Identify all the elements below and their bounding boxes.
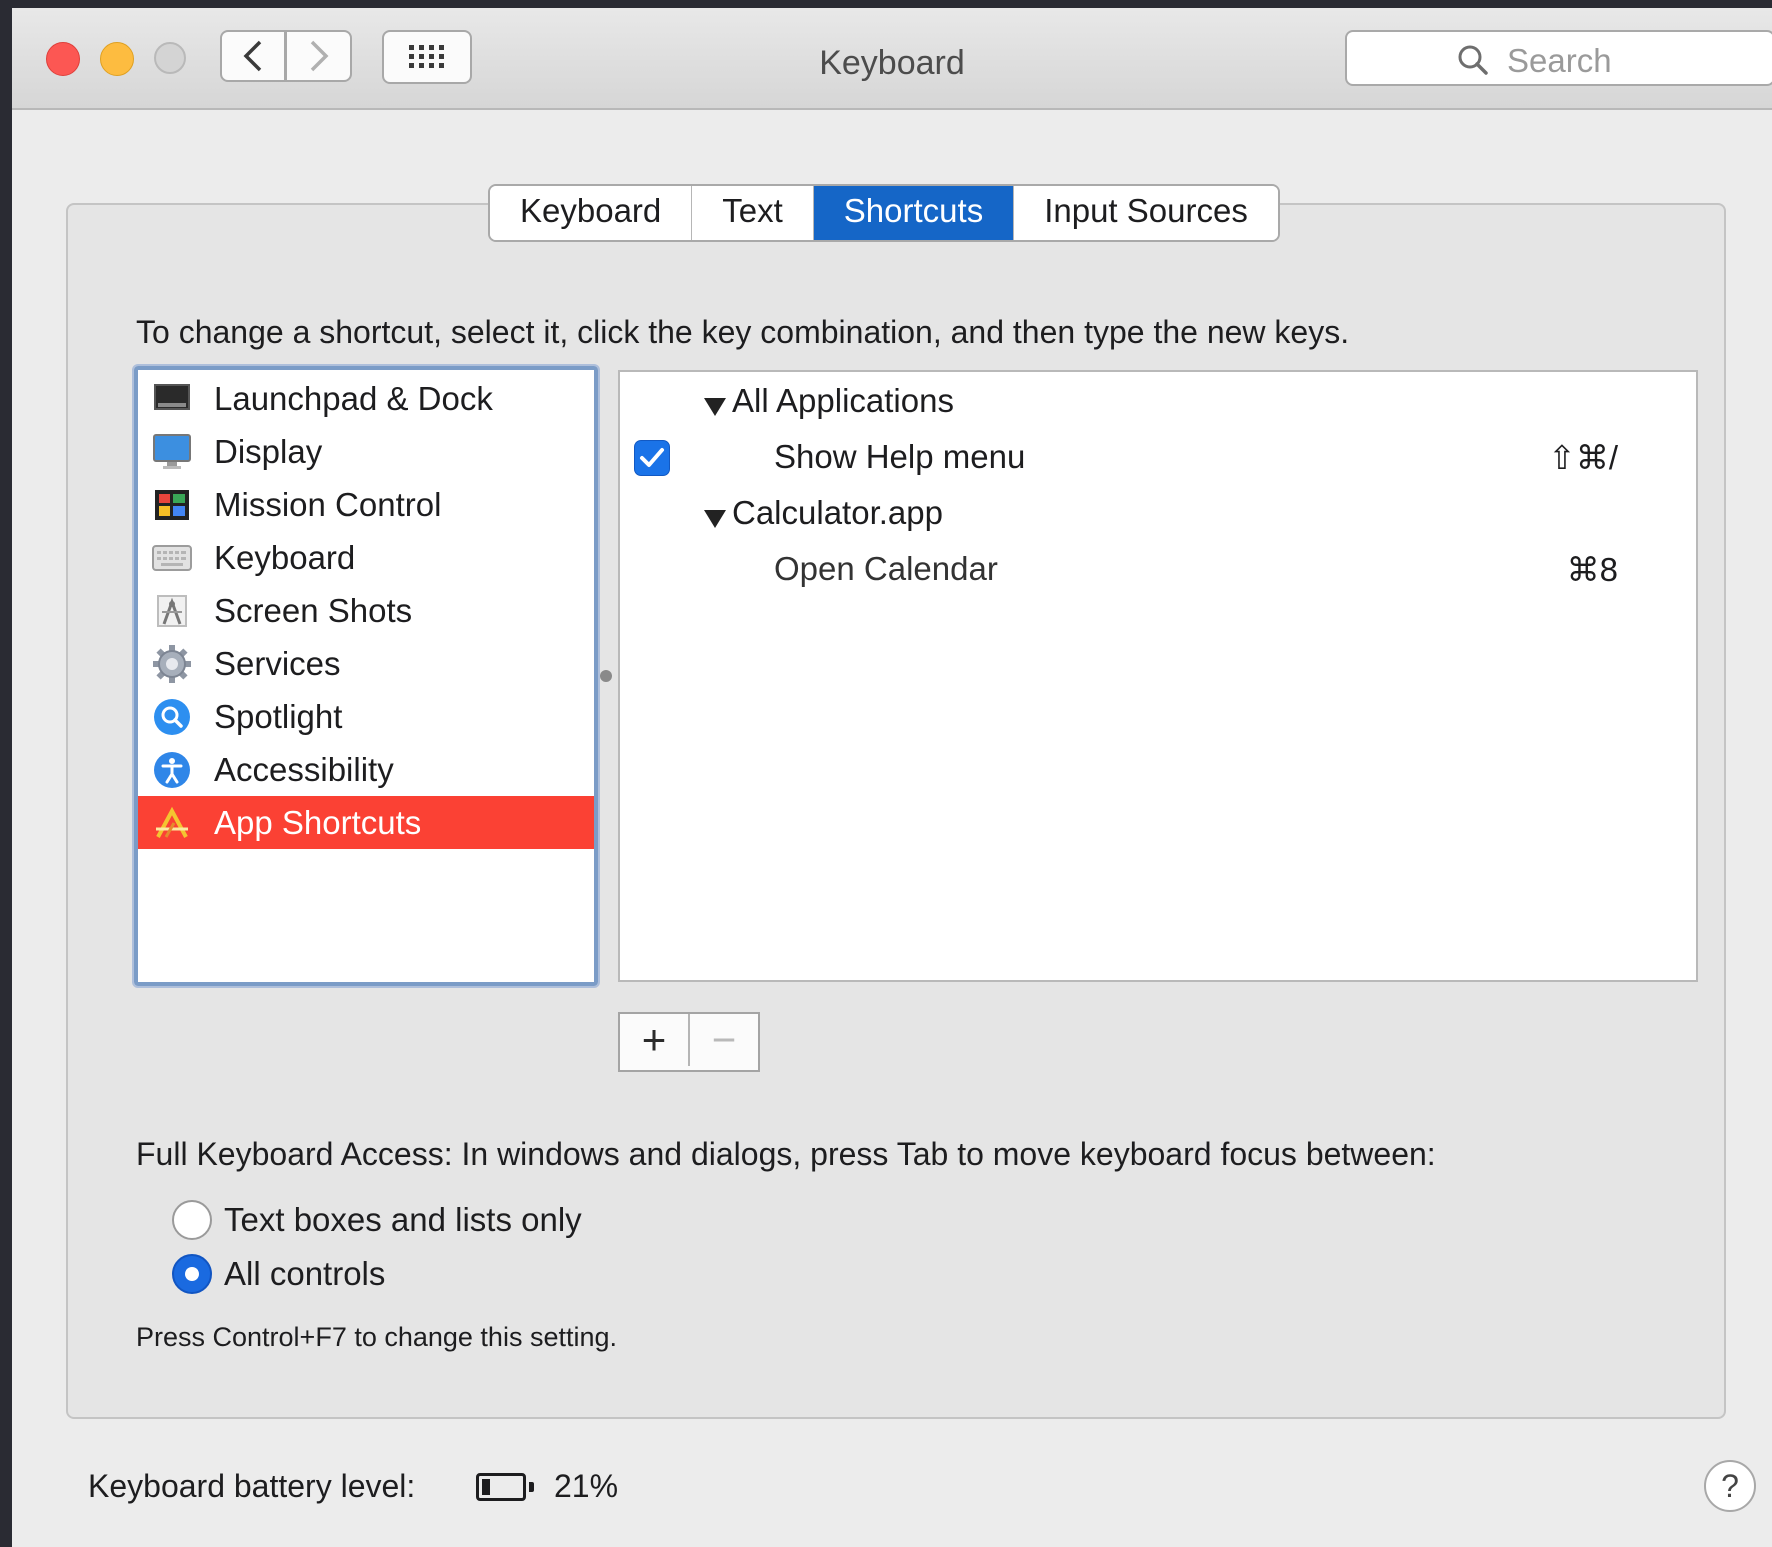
category-services[interactable]: Services (138, 637, 594, 690)
shortcut-label: Show Help menu (774, 438, 1026, 475)
disclosure-triangle-icon[interactable] (704, 398, 726, 416)
tab-input-sources[interactable]: Input Sources (1014, 186, 1278, 240)
category-label: Launchpad & Dock (214, 379, 493, 417)
shortcut-keys[interactable]: ⌘8 (1567, 550, 1618, 589)
battery-percent: 21% (554, 1468, 619, 1504)
radio-all-controls[interactable]: All controls (172, 1252, 385, 1296)
shortcut-keys[interactable]: ⇧⌘/ (1548, 438, 1618, 477)
shortcut-row[interactable]: Open Calendar ⌘8 (620, 546, 1696, 600)
remove-shortcut-button[interactable]: − (688, 1014, 758, 1066)
shortcut-row[interactable]: Show Help menu ⇧⌘/ (620, 434, 1696, 488)
category-mission-control[interactable]: Mission Control (138, 478, 594, 531)
battery-nub (529, 1482, 534, 1492)
category-label: Keyboard (214, 538, 356, 576)
titlebar: Keyboard Search (12, 8, 1772, 110)
battery-fill (482, 1479, 490, 1495)
category-label: Screen Shots (214, 591, 413, 629)
search-input[interactable]: Search (1345, 30, 1772, 86)
keyboard-icon (152, 538, 192, 578)
launchpad-dock-icon (152, 379, 192, 419)
battery-icon (476, 1473, 526, 1501)
category-app-shortcuts[interactable]: App Shortcuts (138, 796, 594, 849)
shortcut-label: Open Calendar (774, 550, 998, 587)
add-remove-control: + − (618, 1012, 760, 1072)
screenshot-icon (152, 591, 192, 631)
group-label: All Applications (732, 382, 954, 419)
add-shortcut-button[interactable]: + (620, 1014, 688, 1066)
split-view-handle[interactable] (600, 670, 612, 682)
tab-bar: Keyboard Text Shortcuts Input Sources (488, 184, 1280, 242)
radio-button[interactable] (172, 1254, 212, 1294)
category-label: App Shortcuts (214, 803, 422, 841)
category-screen-shots[interactable]: Screen Shots (138, 584, 594, 637)
battery-label: Keyboard battery level: (88, 1468, 416, 1504)
search-placeholder: Search (1507, 42, 1612, 79)
category-label: Mission Control (214, 485, 442, 523)
category-list[interactable]: Launchpad & Dock Display Mission Control… (132, 364, 600, 988)
group-row[interactable]: All Applications (620, 378, 1696, 432)
category-label: Spotlight (214, 697, 343, 735)
category-spotlight[interactable]: Spotlight (138, 690, 594, 743)
radio-label: All controls (224, 1255, 386, 1292)
tab-keyboard[interactable]: Keyboard (490, 186, 693, 240)
category-label: Accessibility (214, 750, 394, 788)
display-icon (152, 432, 192, 472)
full-keyboard-access-label: Full Keyboard Access: In windows and dia… (136, 1136, 1436, 1172)
group-row[interactable]: Calculator.app (620, 490, 1696, 544)
category-keyboard[interactable]: Keyboard (138, 531, 594, 584)
help-button[interactable]: ? (1704, 1460, 1756, 1512)
radio-text-boxes-only[interactable]: Text boxes and lists only (172, 1198, 582, 1242)
full-keyboard-access-hint: Press Control+F7 to change this setting. (136, 1322, 618, 1352)
radio-label: Text boxes and lists only (224, 1201, 582, 1238)
keyboard-preferences-window: Keyboard Search Keyboard Text Shortcuts … (12, 8, 1772, 1547)
mission-control-icon (152, 485, 192, 525)
accessibility-icon (152, 750, 192, 790)
shortcut-enabled-checkbox[interactable] (634, 440, 670, 476)
category-display[interactable]: Display (138, 425, 594, 478)
radio-button[interactable] (172, 1200, 212, 1240)
disclosure-triangle-icon[interactable] (704, 510, 726, 528)
app-store-icon (152, 803, 192, 843)
checkmark-icon (640, 448, 664, 467)
tab-text[interactable]: Text (692, 186, 814, 240)
search-icon (1458, 45, 1488, 75)
category-label: Services (214, 644, 341, 682)
category-accessibility[interactable]: Accessibility (138, 743, 594, 796)
spotlight-icon (152, 697, 192, 737)
instructions-text: To change a shortcut, select it, click t… (136, 314, 1350, 350)
tab-shortcuts[interactable]: Shortcuts (813, 186, 1015, 240)
gear-icon (152, 644, 192, 684)
group-label: Calculator.app (732, 494, 943, 531)
category-launchpad-dock[interactable]: Launchpad & Dock (138, 372, 594, 425)
shortcuts-list[interactable]: All Applications Show Help menu ⇧⌘/ Calc… (618, 370, 1698, 982)
category-label: Display (214, 432, 323, 470)
